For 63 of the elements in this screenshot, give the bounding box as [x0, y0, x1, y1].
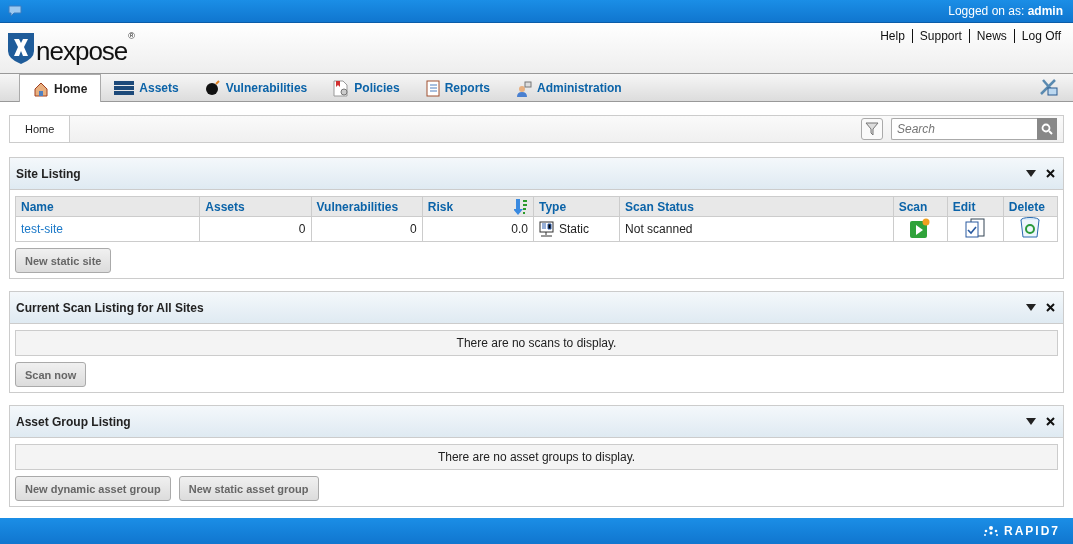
action-button[interactable]: Scan now — [15, 362, 87, 387]
nav-tab[interactable]: Administration — [503, 75, 635, 101]
close-icon[interactable] — [1046, 303, 1055, 312]
column-header[interactable]: Scan — [893, 196, 948, 217]
nav-tab[interactable]: Home — [19, 74, 102, 102]
column-header[interactable]: Vulnerabilities — [311, 196, 423, 217]
panel-title: Asset Group Listing — [16, 414, 131, 429]
column-header[interactable]: Name — [15, 196, 200, 217]
table-cell: 0 — [199, 216, 312, 242]
document-check-icon[interactable] — [965, 217, 986, 238]
nav-tab[interactable]: Policies — [320, 75, 413, 101]
table-cell: Not scanned — [619, 216, 894, 242]
header-link[interactable]: Help — [880, 29, 905, 43]
search-icon[interactable] — [1037, 118, 1057, 140]
tools-icon[interactable] — [1039, 78, 1059, 96]
nav-tab[interactable]: Reports — [412, 75, 503, 101]
header-link[interactable]: Log Off — [1013, 29, 1061, 43]
header-link[interactable]: News — [968, 29, 1007, 43]
panel-title: Current Scan Listing for All Sites — [16, 300, 204, 315]
bomb-icon — [204, 80, 221, 96]
rapid7-dots-icon — [983, 526, 999, 536]
column-header[interactable]: Edit — [947, 196, 1004, 217]
breadcrumb-item[interactable]: Home — [10, 116, 71, 142]
document-gear-icon — [333, 79, 350, 97]
column-header[interactable]: Delete — [1003, 196, 1058, 217]
logo-text: nexpose — [36, 37, 128, 65]
chat-icon[interactable] — [8, 5, 22, 17]
collapse-icon[interactable] — [1026, 170, 1036, 177]
header-link[interactable]: Support — [911, 29, 962, 43]
login-status: Logged on as: admin — [948, 4, 1063, 18]
action-button[interactable]: New static site — [15, 248, 112, 273]
registered-mark: ® — [128, 31, 135, 41]
column-header[interactable]: Type — [533, 196, 620, 217]
close-icon[interactable] — [1046, 417, 1055, 426]
user-lock-icon — [516, 79, 532, 97]
empty-message: There are no asset groups to display. — [15, 444, 1058, 470]
search-field[interactable]: Search — [891, 118, 1037, 140]
table-cell: 0.0 — [422, 216, 534, 242]
action-button[interactable]: New static asset group — [178, 476, 319, 501]
footer-brand: RAPID7 — [1004, 524, 1060, 538]
filter-button[interactable] — [861, 118, 883, 140]
column-header[interactable]: Assets — [199, 196, 312, 217]
nav-tab[interactable]: Vulnerabilities — [191, 75, 321, 101]
action-button[interactable]: New dynamic asset group — [15, 476, 171, 501]
column-header[interactable]: Scan Status — [619, 196, 894, 217]
close-icon[interactable] — [1046, 169, 1055, 178]
empty-message: There are no scans to display. — [15, 330, 1058, 356]
column-header[interactable]: Risk — [422, 196, 534, 217]
collapse-icon[interactable] — [1026, 304, 1036, 311]
panel-title: Site Listing — [16, 166, 81, 181]
notebook-icon — [425, 79, 440, 97]
shield-icon — [7, 31, 35, 65]
site-link[interactable]: test-site — [21, 222, 63, 236]
collapse-icon[interactable] — [1026, 418, 1036, 425]
recycle-bin-icon[interactable] — [1020, 217, 1041, 238]
table-cell: 0 — [311, 216, 423, 242]
nav-tab[interactable]: Assets — [101, 75, 192, 101]
house-icon — [33, 80, 49, 97]
play-icon[interactable] — [910, 217, 931, 238]
server-icon — [114, 81, 135, 95]
computer-icon — [538, 221, 554, 237]
sort-icon[interactable] — [513, 198, 528, 215]
site-type: Static — [558, 222, 589, 236]
